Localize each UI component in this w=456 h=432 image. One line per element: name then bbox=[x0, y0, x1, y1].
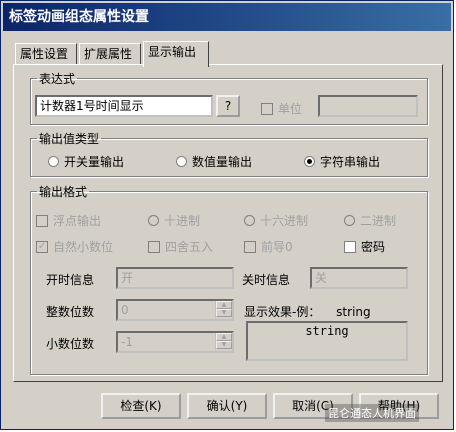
radio-decimal[interactable]: 十进制 bbox=[148, 212, 200, 229]
decimal-digits-spinner[interactable]: ▲ ▼ bbox=[215, 333, 232, 351]
float-output-label: 浮点输出 bbox=[53, 214, 102, 228]
rounding-checkbox[interactable]: 四舍五入 bbox=[148, 238, 213, 255]
tab-display-output[interactable]: 显示输出 bbox=[143, 41, 209, 67]
on-info-input[interactable]: 开 bbox=[116, 267, 234, 289]
radio-switch-output-dot bbox=[48, 156, 59, 167]
unit-input[interactable] bbox=[318, 95, 418, 117]
natural-decimal-checkbox-box: ✓ bbox=[36, 240, 48, 253]
expression-browse-button[interactable]: ? bbox=[216, 95, 240, 117]
watermark: 昆仑通态人机界面 bbox=[325, 404, 419, 422]
natural-decimal-checkbox[interactable]: ✓ 自然小数位 bbox=[36, 238, 113, 255]
preview-label: 显示效果-例： string bbox=[244, 303, 371, 320]
off-info-label: 关时信息 bbox=[242, 273, 291, 287]
tab-extended-properties[interactable]: 扩展属性 bbox=[79, 43, 141, 65]
leading-zero-checkbox[interactable]: 前导0 bbox=[244, 238, 293, 255]
radio-hexadecimal-dot bbox=[244, 215, 255, 226]
password-checkbox[interactable]: 密码 bbox=[344, 238, 385, 255]
integer-digits-value: 0 bbox=[121, 303, 129, 317]
radio-string-output-label: 字符串输出 bbox=[320, 155, 381, 169]
decimal-digits-up-icon[interactable]: ▲ bbox=[216, 333, 232, 341]
title-bar[interactable]: 标签动画组态属性设置 bbox=[3, 3, 451, 31]
radio-binary-label: 二进制 bbox=[360, 214, 397, 228]
unit-checkbox-box bbox=[261, 102, 273, 115]
radio-switch-output[interactable]: 开关量输出 bbox=[48, 153, 124, 170]
decimal-digits-input[interactable]: -1 ▲ ▼ bbox=[116, 331, 234, 353]
tab-property-settings[interactable]: 属性设置 bbox=[15, 43, 77, 65]
radio-switch-output-label: 开关量输出 bbox=[64, 155, 125, 169]
leading-zero-label: 前导0 bbox=[261, 240, 293, 254]
radio-hexadecimal[interactable]: 十六进制 bbox=[244, 212, 308, 229]
watermark-text: 昆仑通态人机界面 bbox=[328, 407, 416, 420]
radio-numeric-output-label: 数值量输出 bbox=[192, 155, 253, 169]
preview-box: string bbox=[246, 321, 408, 361]
integer-digits-spinner[interactable]: ▲ ▼ bbox=[215, 301, 232, 319]
decimal-digits-value: -1 bbox=[121, 335, 133, 349]
rounding-checkbox-box bbox=[148, 240, 160, 253]
radio-decimal-label: 十进制 bbox=[164, 214, 201, 228]
output-format-group-label: 输出格式 bbox=[39, 185, 88, 199]
preview-example: string bbox=[336, 305, 371, 319]
decimal-digits-down-icon[interactable]: ▼ bbox=[216, 341, 232, 349]
radio-numeric-output[interactable]: 数值量输出 bbox=[176, 153, 252, 170]
expression-input[interactable]: 计数器1号时间显示 bbox=[35, 95, 213, 117]
float-output-checkbox-box bbox=[36, 214, 48, 227]
off-info-input[interactable]: 关 bbox=[310, 267, 408, 289]
password-checkbox-box bbox=[344, 240, 356, 253]
on-info-label: 开时信息 bbox=[46, 273, 95, 287]
leading-zero-checkbox-box bbox=[244, 240, 256, 253]
output-type-group-label: 输出值类型 bbox=[39, 132, 100, 146]
radio-binary-dot bbox=[344, 215, 355, 226]
unit-checkbox-label: 单位 bbox=[278, 102, 303, 116]
integer-digits-input[interactable]: 0 ▲ ▼ bbox=[116, 299, 234, 321]
expression-group-label: 表达式 bbox=[39, 72, 76, 86]
decimal-digits-label: 小数位数 bbox=[46, 337, 95, 351]
natural-decimal-label: 自然小数位 bbox=[53, 240, 114, 254]
radio-string-output[interactable]: 字符串输出 bbox=[304, 153, 380, 170]
rounding-label: 四舍五入 bbox=[165, 240, 214, 254]
integer-digits-up-icon[interactable]: ▲ bbox=[216, 301, 232, 309]
radio-numeric-output-dot bbox=[176, 156, 187, 167]
window-title: 标签动画组态属性设置 bbox=[9, 9, 149, 25]
preview-caption: 显示效果-例： bbox=[244, 305, 321, 319]
tab-page-display-output: 表达式 计数器1号时间显示 ? 单位 输出值类型 开关量输出 数值量输出 字符串… bbox=[13, 64, 443, 382]
float-output-checkbox[interactable]: 浮点输出 bbox=[36, 212, 101, 229]
radio-decimal-dot bbox=[148, 215, 159, 226]
ok-button[interactable]: 确认(Y) bbox=[187, 393, 267, 419]
dialog-window: 标签动画组态属性设置 属性设置 扩展属性 显示输出 表达式 计数器1号时间显示 … bbox=[0, 0, 454, 430]
password-label: 密码 bbox=[361, 240, 386, 254]
radio-string-output-dot bbox=[304, 156, 315, 167]
integer-digits-down-icon[interactable]: ▼ bbox=[216, 309, 232, 317]
unit-checkbox[interactable]: 单位 bbox=[261, 100, 302, 117]
radio-binary[interactable]: 二进制 bbox=[344, 212, 396, 229]
check-button[interactable]: 检查(K) bbox=[101, 393, 181, 419]
radio-hexadecimal-label: 十六进制 bbox=[260, 214, 309, 228]
integer-digits-label: 整数位数 bbox=[46, 305, 95, 319]
